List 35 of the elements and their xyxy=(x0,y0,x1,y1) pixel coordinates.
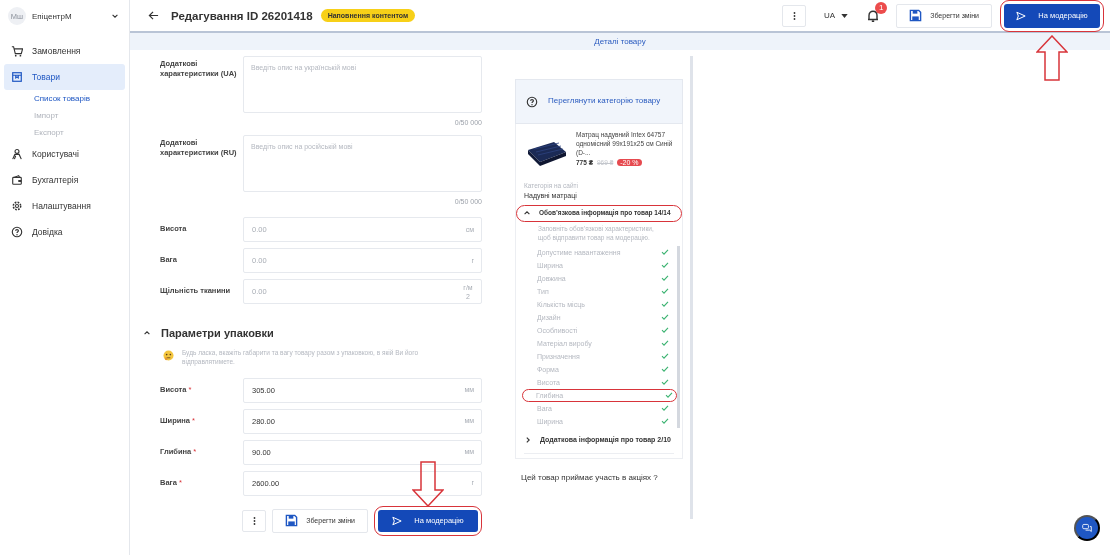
help-icon xyxy=(11,226,23,238)
sidebar-item[interactable]: Товари xyxy=(4,64,125,90)
person-icon xyxy=(11,148,23,160)
sidebar-item[interactable]: Налаштування xyxy=(4,193,125,219)
sidebar-subitem[interactable]: Список товарів xyxy=(4,90,125,107)
cart-icon xyxy=(11,45,23,57)
sidebar-item[interactable]: Довідка xyxy=(4,219,125,245)
bell-icon[interactable] xyxy=(866,8,881,23)
sidebar-item[interactable]: Бухгалтерія xyxy=(4,167,125,193)
tab[interactable]: Деталі товару xyxy=(594,37,646,46)
chat-button[interactable] xyxy=(1074,515,1100,541)
chevron-right-icon[interactable] xyxy=(524,435,532,444)
notification-count: 1 xyxy=(875,1,888,14)
category-link[interactable]: Переглянути категорію товару xyxy=(515,79,683,124)
help-icon xyxy=(526,95,538,108)
box-icon xyxy=(11,71,23,83)
caret-icon[interactable] xyxy=(841,13,849,18)
chat-icon xyxy=(1082,522,1092,534)
org-name: ЕпіцентрМ xyxy=(32,11,73,21)
language-selector[interactable]: UA xyxy=(824,11,836,20)
send-icon xyxy=(1016,10,1027,21)
settings-icon xyxy=(11,200,23,212)
section-title: Параметри упаковки xyxy=(161,327,274,339)
sidebar-item[interactable]: Користувачі xyxy=(4,141,125,167)
chevron-up-icon[interactable] xyxy=(143,329,151,337)
send-icon xyxy=(392,515,403,526)
back-arrow-icon[interactable] xyxy=(148,10,159,21)
more-icon xyxy=(252,515,256,526)
page-title: Редагування ID 26201418 xyxy=(171,9,313,22)
wallet-icon xyxy=(11,174,23,186)
sidebar-item[interactable]: Замовлення xyxy=(4,38,125,64)
promo-question: Цей товар приймає участь в акціях ? xyxy=(520,471,659,484)
chevron-down-icon[interactable] xyxy=(111,12,119,20)
more-icon xyxy=(792,10,796,21)
thinking-face-icon xyxy=(163,350,174,361)
